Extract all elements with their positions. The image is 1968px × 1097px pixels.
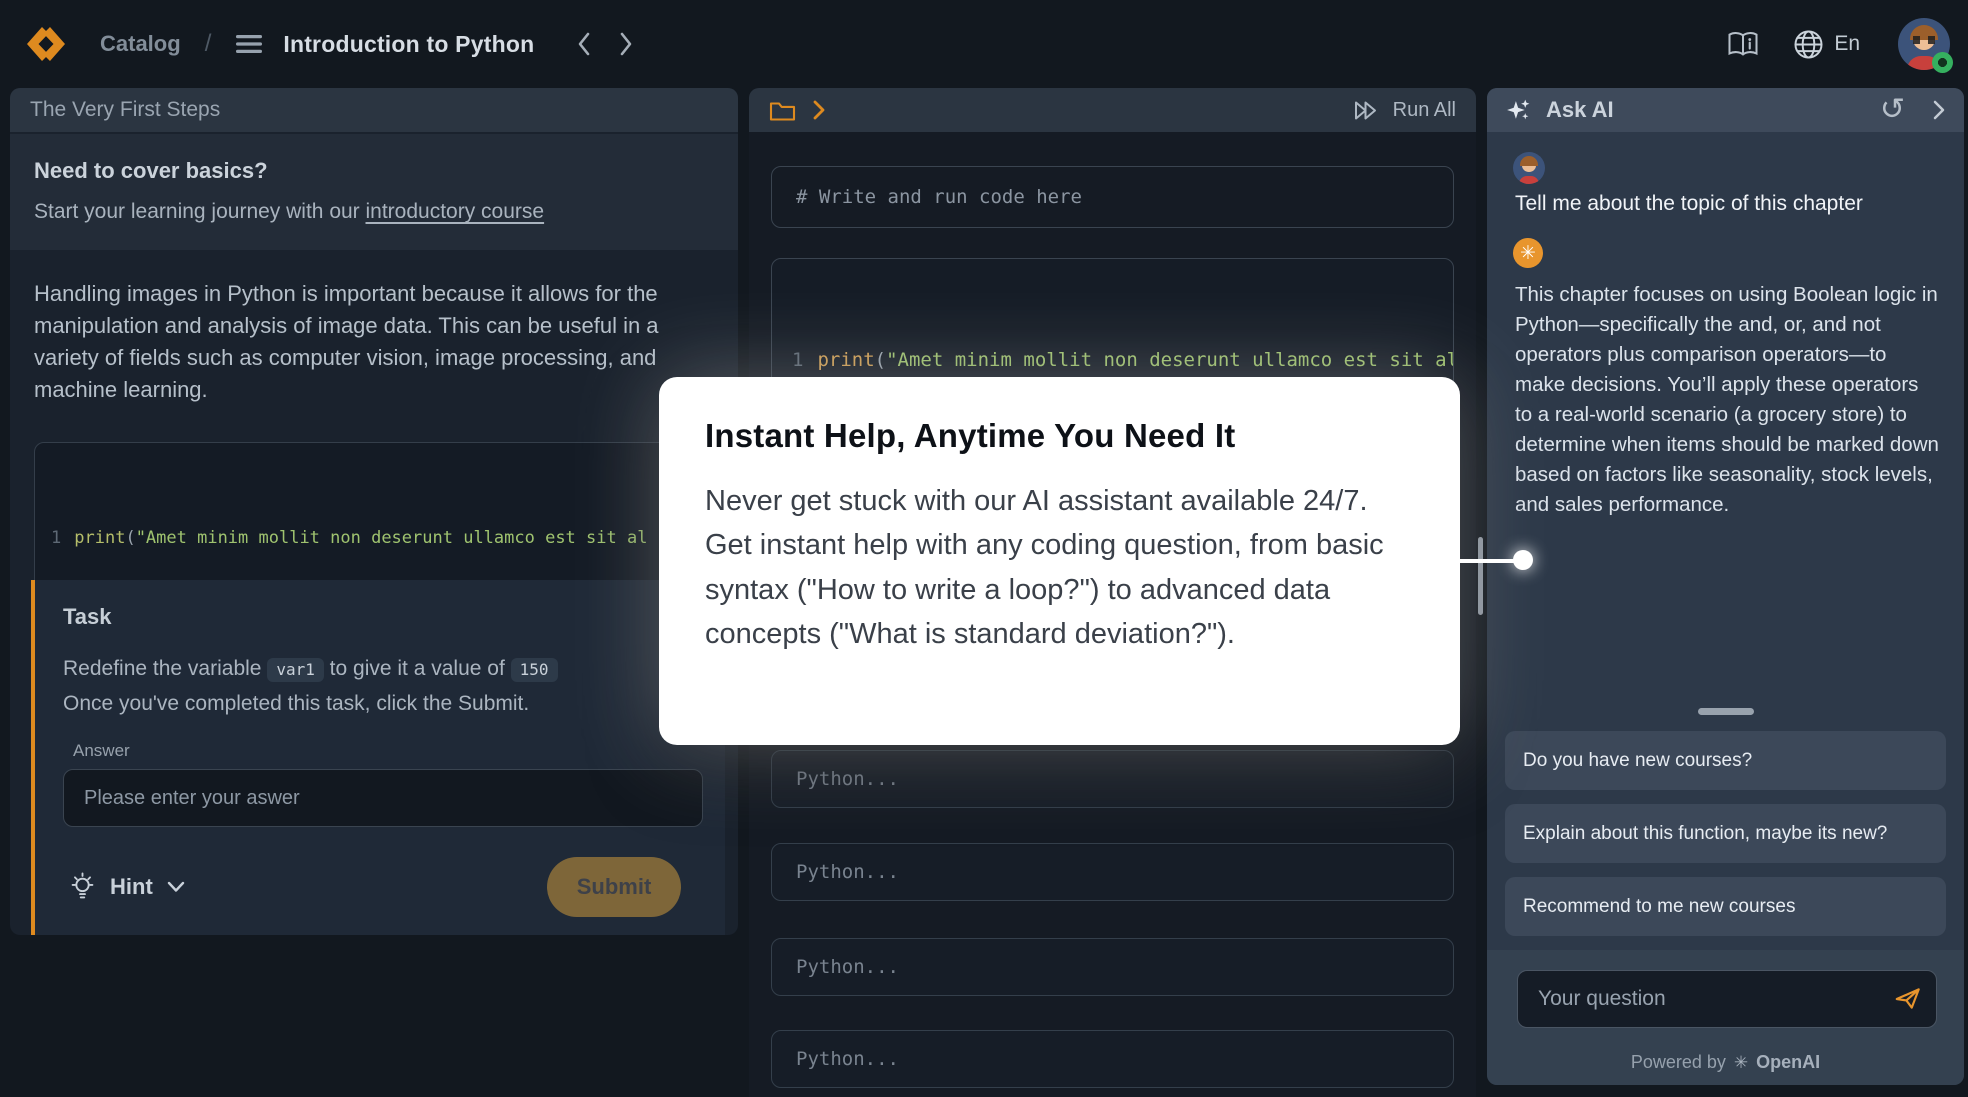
run-all-icon [1353,99,1381,122]
task-card: Task Redefine the variable var1 to give … [31,580,725,935]
tooltip-connector-line [1456,559,1518,563]
python-cell-input[interactable]: Python... [771,843,1454,901]
app-window: Catalog / Introduction to Python [0,0,1968,1097]
sparkles-icon [1505,97,1532,124]
docs-book-icon[interactable] [1727,31,1759,58]
basics-callout: Need to cover basics? Start your learnin… [10,134,738,250]
submit-button[interactable]: Submit [547,857,681,917]
refresh-chat-icon[interactable]: ↺ [1880,95,1905,125]
python-cell-input[interactable]: Python... [771,1030,1454,1088]
ask-ai-footer: Powered by ✳ OpenAI [1487,950,1964,1085]
onboarding-tooltip: Instant Help, Anytime You Need It Never … [659,377,1460,745]
tooltip-body: Never get stuck with our AI assistant av… [705,479,1414,656]
tooltip-connector-dot [1513,550,1533,570]
code-line: 1print("Amet minim mollit non deserunt u… [792,343,1433,377]
collapse-panel-icon[interactable] [1931,98,1946,122]
folder-icon[interactable] [769,99,796,122]
expand-tree-icon[interactable] [812,99,826,121]
language-switcher[interactable]: En [1793,29,1860,60]
globe-icon [1793,29,1824,60]
task-footer: Hint Submit [63,857,699,917]
run-all-button[interactable]: Run All [1353,99,1456,122]
breadcrumb-catalog[interactable]: Catalog [100,31,181,57]
prev-chapter-icon[interactable] [576,30,592,58]
language-label: En [1834,32,1860,56]
python-cell-input[interactable]: Python... [771,938,1454,996]
next-chapter-icon[interactable] [618,30,634,58]
python-cell-input[interactable]: Python... [771,750,1454,808]
openai-brand: OpenAI [1756,1052,1820,1073]
lesson-panel: The Very First Steps Need to cover basic… [10,88,738,935]
openai-logo-icon: ✳ [1513,238,1543,268]
send-icon[interactable] [1893,985,1923,1012]
lesson-paragraph: Handling images in Python is important b… [10,250,738,406]
hint-button[interactable]: Hint [69,872,185,903]
breadcrumb-separator: / [205,30,212,58]
task-title: Task [63,604,699,630]
scrollbar-thumb[interactable] [1478,537,1483,615]
scratch-code-input[interactable]: # Write and run code here [771,166,1454,228]
answer-input[interactable] [63,769,703,827]
chat-ai-message: This chapter focuses on using Boolean lo… [1515,280,1939,520]
openai-footer-icon: ✳ [1734,1053,1748,1073]
chapter-menu-icon[interactable] [235,33,263,55]
brand-logo-icon[interactable] [22,24,70,64]
task-description: Redefine the variable var1 to give it a … [63,652,699,721]
ask-ai-panel: Ask AI ↺ Tell me about the topic of this… [1487,88,1964,1085]
powered-by: Powered by ✳ OpenAI [1487,1052,1964,1073]
suggestions-drag-handle[interactable] [1698,708,1754,715]
suggestion-chip[interactable]: Do you have new courses? [1505,731,1946,790]
avatar-status-badge [1932,52,1953,73]
ask-ai-header: Ask AI ↺ [1487,88,1964,132]
lesson-panel-header: The Very First Steps [10,88,738,132]
page-title: Introduction to Python [283,31,534,58]
code-line: 1print("Amet minim mollit non deserunt u… [51,522,697,555]
chat-user-avatar [1513,152,1545,184]
lightbulb-icon [69,872,96,903]
chapter-section-title: The Very First Steps [30,98,220,122]
basics-title: Need to cover basics? [34,158,714,184]
user-avatar[interactable] [1898,18,1950,70]
var1-chip: var1 [267,658,324,682]
introductory-course-link[interactable]: introductory course [366,200,545,223]
ask-ai-title: Ask AI [1546,97,1614,123]
tooltip-title: Instant Help, Anytime You Need It [705,417,1414,455]
suggestion-chip[interactable]: Explain about this function, maybe its n… [1505,804,1946,863]
run-all-label: Run All [1393,99,1456,122]
value-chip: 150 [511,658,558,682]
suggestion-chip[interactable]: Recommend to me new courses [1505,877,1946,936]
top-bar: Catalog / Introduction to Python [0,0,1968,88]
hint-label: Hint [110,874,153,900]
editor-header: Run All [749,88,1476,132]
question-input[interactable] [1517,970,1937,1028]
answer-label: Answer [73,741,699,761]
chat-user-message: Tell me about the topic of this chapter [1515,192,1863,216]
chevron-down-icon [167,881,185,893]
basics-text: Start your learning journey with our int… [34,200,714,224]
